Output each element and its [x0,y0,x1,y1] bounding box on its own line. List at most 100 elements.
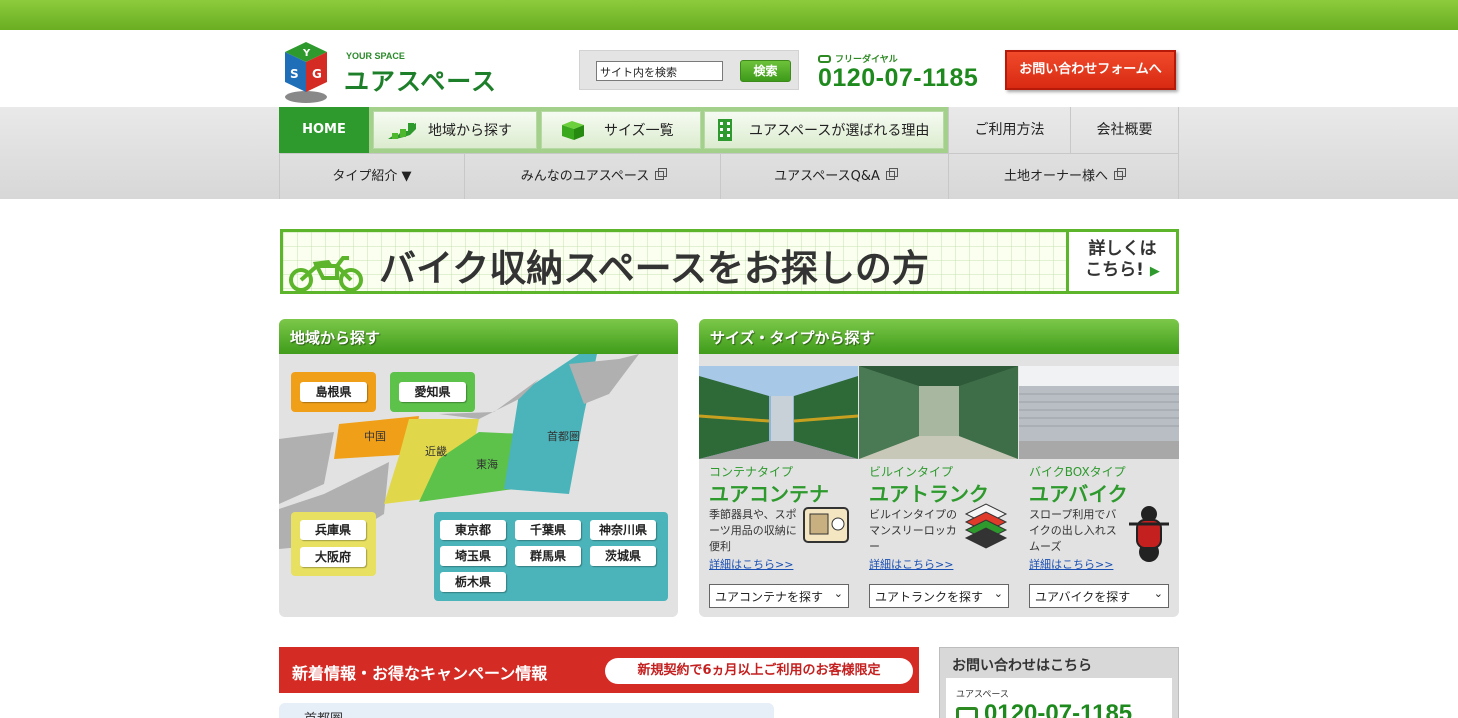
campaign-badge[interactable]: 新規契約で6ヵ月以上ご利用のお客様限定 [605,658,913,684]
inquiry-label: ユアスペース [956,690,1009,700]
pref-chiba[interactable]: 千葉県 [515,520,581,540]
arrow-right-icon: ▶ [1149,264,1160,279]
external-link-icon [1114,168,1126,180]
search-box: サイト内を検索 検索 [579,50,799,90]
nav-land-owners[interactable]: 土地オーナー様へ [948,154,1179,199]
nav-company[interactable]: 会社概要 [1070,107,1179,153]
inquiry-phone: 0120-07-1185 [956,700,1132,718]
clothes-icon [964,503,1008,549]
nav-types-dropdown[interactable]: タイプ紹介 ▼ [279,154,464,199]
select-bike[interactable]: ユアバイクを探す ⌄ [1029,584,1169,608]
nav-how-to-use[interactable]: ご利用方法 [948,107,1070,153]
search-button[interactable]: 検索 [740,60,791,82]
kanto-pref-box: 東京都 千葉県 神奈川県 埼玉県 群馬県 茨城県 栃木県 [434,512,668,601]
region-shimane[interactable]: 島根県 [291,372,376,412]
region-aichi-label: 愛知県 [399,382,466,402]
logo-small-text: YOUR SPACE [346,51,405,61]
kinki-pref-box: 兵庫県 大阪府 [291,512,376,576]
banner-text: バイク収納スペースをお探しの方 [379,247,929,290]
svg-text:Y: Y [302,48,311,59]
building-icon [718,119,732,141]
site-header: Y S G YOUR SPACE ユアスペース サイト内を検索 検索 フリーダイ… [0,30,1458,107]
news-region-tab[interactable]: 首都圏 [279,703,774,718]
bike-storage-banner[interactable]: バイク収納スペースをお探しの方 詳しくは こちら! ▶ [280,229,1179,294]
type-link-container[interactable]: 詳細はこちら>> [709,556,793,572]
inquiry-phone-number: 0120-07-1185 [984,700,1133,718]
type-link-bike[interactable]: 詳細はこちら>> [1029,556,1113,572]
type-desc-container: 季節器具や、スポーツ用品の収納に便利 [709,508,797,553]
inquiry-phone-card: ユアスペース 0120-07-1185 [946,678,1172,718]
inquiry-title: お問い合わせはこちら [952,658,1092,674]
nav-community-label: みんなのユアスペース [520,169,650,184]
select-container-value: ユアコンテナを探す [715,590,824,604]
news-title: 新着情報・お得なキャンペーン情報 [292,664,548,683]
nav-land-owners-label: 土地オーナー様へ [1003,169,1108,184]
pref-kanagawa[interactable]: 神奈川県 [590,520,656,540]
search-input[interactable]: サイト内を検索 [596,61,723,81]
nav-area-search[interactable]: 地域から探す [373,111,537,149]
top-bar [0,0,1458,30]
type-desc-bike: スロープ利用でバイクの出し入れスムーズ [1029,508,1117,553]
pref-tokyo[interactable]: 東京都 [440,520,506,540]
select-container[interactable]: ユアコンテナを探す ⌄ [709,584,849,608]
inquiry-box: お問い合わせはこちら ユアスペース 0120-07-1185 [939,647,1179,718]
external-link-icon [655,168,668,180]
select-bike-value: ユアバイクを探す [1035,590,1131,604]
select-trunk-value: ユアトランクを探す [875,590,984,604]
motorcycle-icon [1129,506,1169,562]
logo-text: ユアスペース [344,67,498,96]
map-label-tokai: 東海 [476,458,498,471]
chevron-down-icon: ⌄ [1153,587,1163,600]
region-panel-title: 地域から探す [279,319,678,354]
nav-why-chosen-label: ユアスペースが選ばれる理由 [749,123,930,139]
pref-gunma[interactable]: 群馬県 [515,546,581,566]
free-dial-icon [818,54,831,63]
type-link-trunk[interactable]: 詳細はこちら>> [869,556,953,572]
banner-more-line2: こちら! [1085,260,1144,280]
nav-why-chosen[interactable]: ユアスペースが選ばれる理由 [704,111,944,149]
pref-tochigi[interactable]: 栃木県 [440,572,506,592]
site-logo[interactable]: Y S G YOUR SPACE ユアスペース [280,40,510,104]
contact-form-button[interactable]: お問い合わせフォームへ [1005,50,1176,90]
bike-box-photo [1019,366,1179,459]
type-card-trunk: ビルインタイプ ユアトランク ビルインタイプのマンスリーロッカー 詳細はこちら>… [859,354,1018,617]
region-search-panel: 地域から探す 中国 近畿 東海 首都圏 島根県 愛知県 兵庫県 大阪府 東京都 … [279,319,678,617]
type-search-panel: サイズ・タイプから探す コンテナタイプ ユアコンテナ 季節器具や、スポーツ用品の… [699,319,1179,617]
chevron-down-icon: ⌄ [833,587,843,600]
select-trunk[interactable]: ユアトランクを探す ⌄ [869,584,1009,608]
pref-ibaraki[interactable]: 茨城県 [590,546,656,566]
banner-more-link[interactable]: 詳しくは こちら! ▶ [1066,232,1176,291]
nav-community[interactable]: みんなのユアスペース [464,154,720,199]
type-card-bike: バイクBOXタイプ ユアバイク スロープ利用でバイクの出し入れスムーズ 詳細はこ… [1019,354,1179,617]
pref-osaka[interactable]: 大阪府 [300,547,366,567]
region-aichi[interactable]: 愛知県 [390,372,475,412]
pref-hyogo[interactable]: 兵庫県 [300,520,366,540]
svg-text:S: S [290,67,299,81]
nav-area-search-label: 地域から探す [428,123,512,139]
nav-size-list-label: サイズ一覧 [604,123,674,139]
news-region-label: 首都圏 [304,708,343,718]
nav-faq-label: ユアスペースQ&A [774,169,880,184]
container-photo [699,366,858,459]
type-panel-title: サイズ・タイプから探す [699,319,1179,354]
map-icon [388,123,416,139]
free-dial-icon [956,707,978,718]
banner-more-line1: 詳しくは [1088,239,1157,259]
map-label-shutoken: 首都圏 [547,430,580,443]
type-desc-trunk: ビルインタイプのマンスリーロッカー [869,508,957,553]
map-label-kinki: 近畿 [425,445,447,458]
chevron-down-icon: ⌄ [993,587,1003,600]
svg-text:G: G [312,67,322,81]
nav-home[interactable]: HOME [279,107,369,153]
global-nav: HOME 地域から探す サイズ一覧 ユアスペースが選ばれる理由 ご利用方法 会社… [0,107,1458,199]
type-name-bike: ユアバイク [1029,482,1128,506]
header-phone: フリーダイヤル 0120-07-1185 [818,52,978,93]
logo-cube-icon: Y S G [285,42,327,103]
map-label-chugoku: 中国 [364,430,386,443]
nav-faq[interactable]: ユアスペースQ&A [720,154,948,199]
phone-number: 0120-07-1185 [818,64,979,92]
nav-size-list[interactable]: サイズ一覧 [541,111,701,149]
pref-saitama[interactable]: 埼玉県 [440,546,506,566]
region-shimane-label: 島根県 [300,382,367,402]
box-icon [562,121,584,140]
